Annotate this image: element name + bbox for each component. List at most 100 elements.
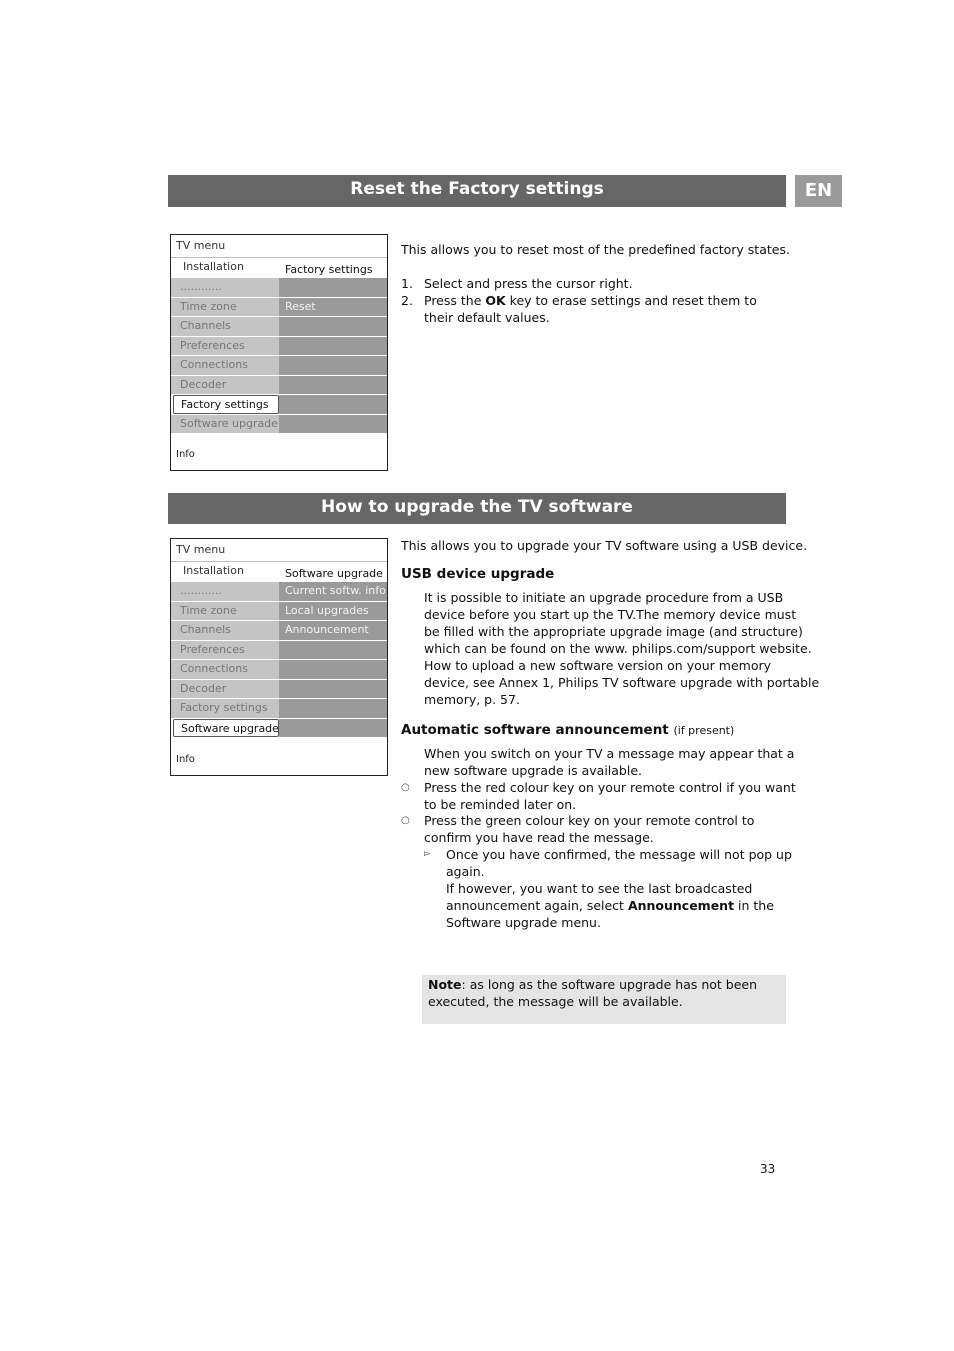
submenu-item[interactable] [279, 660, 387, 679]
submenu-item[interactable] [279, 278, 387, 297]
tv-menu-software-upgrade: TV menu Installation Software upgrade ..… [170, 538, 388, 776]
step-number: 2. [401, 293, 413, 308]
menu-row[interactable]: Factory settings [171, 395, 387, 415]
submenu-item[interactable] [279, 640, 387, 659]
menu-row[interactable]: Software upgrade [171, 718, 387, 738]
menu-item-selected[interactable]: Software upgrade [173, 718, 279, 737]
step-text-pre: Press the [424, 293, 486, 308]
ok-key-label: OK [485, 293, 506, 308]
auto-intro: When you switch on your TV a message may… [424, 745, 794, 779]
step-text: Select and press the cursor right. [424, 276, 633, 291]
menu-header-left: Installation [183, 260, 244, 273]
menu-item[interactable]: Connections [171, 660, 279, 679]
text-line: again. [446, 864, 485, 879]
menu-header: Installation Factory settings [171, 258, 387, 278]
submenu-item[interactable]: Reset [279, 297, 387, 316]
menu-row[interactable]: Decoder [171, 375, 387, 395]
language-tab: EN [795, 175, 842, 207]
submenu-item[interactable] [279, 375, 387, 394]
menu-row[interactable]: Time zone Reset [171, 297, 387, 317]
step-number: 1. [401, 276, 413, 291]
submenu-item[interactable]: Announcement [279, 621, 387, 640]
step-text: Press the OK key to erase settings and r… [424, 292, 784, 326]
submenu-item[interactable]: Current softw. info [279, 582, 387, 601]
menu-title: TV menu [171, 539, 387, 562]
section-title-upgrade-software: How to upgrade the TV software [168, 493, 786, 524]
menu-title: TV menu [171, 235, 387, 258]
text-line: confirm you have read the message. [424, 830, 654, 845]
heading-text: Automatic software announcement [401, 722, 669, 738]
submenu-item[interactable] [279, 395, 387, 414]
bullet-red-key: Press the red colour key on your remote … [424, 779, 796, 813]
menu-item[interactable]: Preferences [171, 640, 279, 659]
menu-row[interactable]: Preferences [171, 640, 387, 660]
menu-row[interactable]: Factory settings [171, 699, 387, 719]
submenu-item[interactable] [279, 718, 387, 737]
text-line: new software upgrade is available. [424, 763, 643, 778]
note-label: Note [428, 977, 462, 992]
menu-item[interactable]: Channels [171, 317, 279, 336]
submenu-item[interactable] [279, 317, 387, 336]
submenu-item[interactable] [279, 414, 387, 433]
menu-item[interactable]: ............ [171, 582, 279, 601]
menu-item[interactable]: Connections [171, 356, 279, 375]
menu-item[interactable]: ............ [171, 278, 279, 297]
text-line: Press the red colour key on your remote … [424, 780, 796, 795]
page-number: 33 [760, 1162, 776, 1176]
menu-item[interactable]: Time zone [171, 601, 279, 620]
menu-item[interactable]: Channels [171, 621, 279, 640]
menu-row[interactable]: Preferences [171, 336, 387, 356]
menu-row[interactable]: ............ [171, 278, 387, 298]
menu-row[interactable]: Software upgrade [171, 414, 387, 434]
menu-item[interactable]: Preferences [171, 336, 279, 355]
section-title-reset-factory: Reset the Factory settings [168, 175, 786, 207]
text-line: Press the green colour key on your remot… [424, 813, 755, 828]
text-line: be filled with the appropriate upgrade i… [424, 624, 803, 639]
menu-info: Info [176, 754, 195, 765]
menu-item[interactable]: Decoder [171, 679, 279, 698]
submenu-item[interactable] [279, 679, 387, 698]
menu-row[interactable]: Channels Announcement [171, 621, 387, 641]
menu-item-selected[interactable]: Factory settings [173, 395, 279, 414]
menu-row[interactable]: Decoder [171, 679, 387, 699]
text-line: which can be found on the www. philips.c… [424, 641, 812, 656]
menu-row[interactable]: ............ Current softw. info [171, 582, 387, 602]
submenu-item[interactable] [279, 336, 387, 355]
text-line: device, see Annex 1, Philips TV software… [424, 675, 820, 690]
result-arrow-icon: ▻ [424, 849, 431, 859]
menu-row[interactable]: Connections [171, 660, 387, 680]
menu-header-left: Installation [183, 564, 244, 577]
menu-row[interactable]: Time zone Local upgrades [171, 601, 387, 621]
menu-item[interactable]: Time zone [171, 297, 279, 316]
text-line: announcement again, select Announcement … [446, 897, 792, 914]
announcement-label: Announcement [627, 898, 735, 913]
usb-heading: USB device upgrade [401, 566, 555, 582]
menu-header: Installation Software upgrade [171, 562, 387, 582]
menu-item[interactable]: Factory settings [171, 699, 279, 718]
text-line: Software upgrade menu. [446, 915, 601, 930]
text-line: If however, you want to see the last bro… [446, 881, 753, 896]
menu-header-right: Factory settings [285, 263, 373, 276]
menu-rows: ............ Current softw. info Time zon… [171, 582, 387, 738]
reset-intro: This allows you to reset most of the pre… [401, 242, 790, 257]
text-line: device before you start up the TV.The me… [424, 607, 797, 622]
menu-row[interactable]: Connections [171, 356, 387, 376]
submenu-item[interactable] [279, 699, 387, 718]
menu-row[interactable]: Channels [171, 317, 387, 337]
text-line: It is possible to initiate an upgrade pr… [424, 590, 784, 605]
text-line: to be reminded later on. [424, 797, 577, 812]
menu-info: Info [176, 449, 195, 460]
menu-item[interactable]: Software upgrade [171, 414, 279, 433]
submenu-item[interactable]: Local upgrades [279, 601, 387, 620]
submenu-item[interactable] [279, 356, 387, 375]
text-line: How to upload a new software version on … [424, 658, 772, 673]
menu-item[interactable]: Decoder [171, 375, 279, 394]
tv-menu-factory-settings: TV menu Installation Factory settings ..… [170, 234, 388, 471]
menu-rows: ............ Time zone Reset Channels Pre… [171, 278, 387, 434]
note-line: Note: as long as the software upgrade ha… [428, 975, 780, 993]
note-text: : as long as the software upgrade has no… [461, 977, 758, 992]
upgrade-intro: This allows you to upgrade your TV softw… [401, 538, 808, 553]
text-line: Once you have confirmed, the message wil… [446, 847, 792, 862]
auto-announcement-heading: Automatic software announcement (if pres… [401, 722, 734, 738]
text-post: in the [734, 898, 774, 913]
